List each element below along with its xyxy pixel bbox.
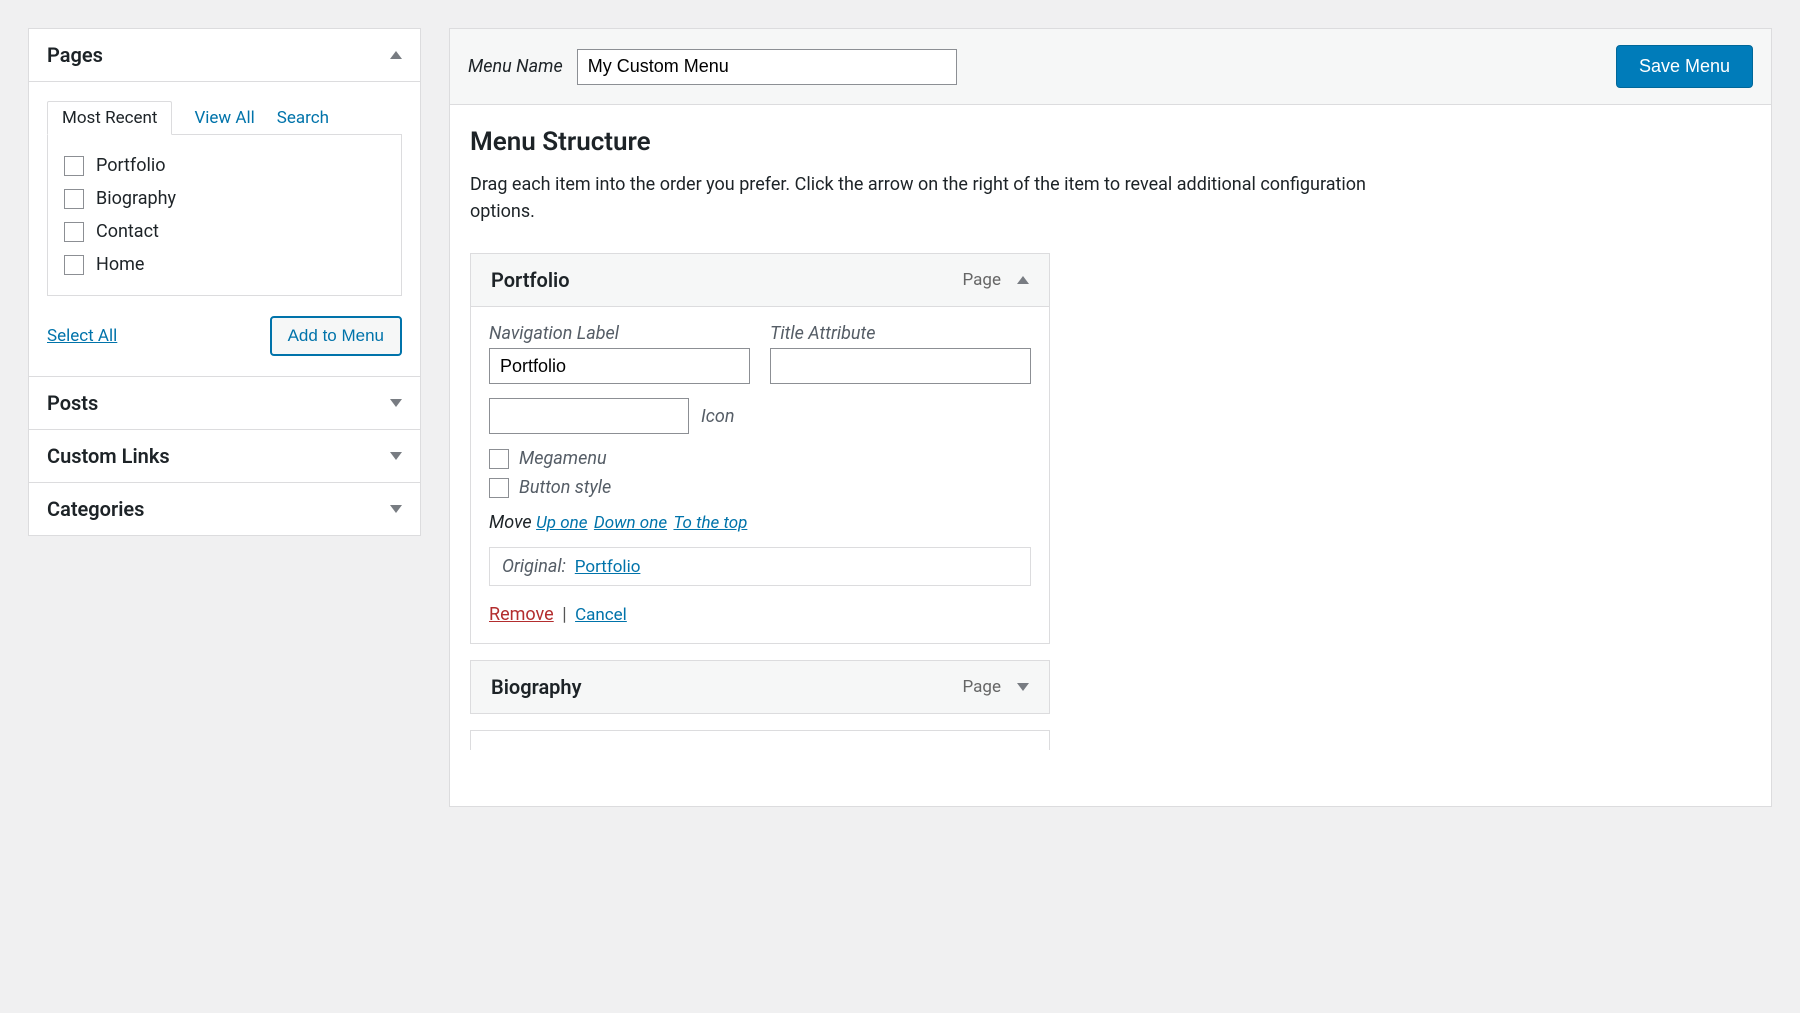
chevron-up-icon bbox=[1017, 276, 1029, 284]
menu-name-label: Menu Name bbox=[468, 56, 563, 77]
separator: | bbox=[562, 604, 566, 625]
button-style-label: Button style bbox=[519, 477, 611, 498]
tab-view-all[interactable]: View All bbox=[194, 102, 254, 134]
move-label: Move bbox=[489, 512, 532, 533]
page-item: Contact bbox=[64, 215, 385, 248]
move-up-link[interactable]: Up one bbox=[536, 513, 587, 533]
panel-categories-header[interactable]: Categories bbox=[29, 483, 420, 535]
panel-title: Pages bbox=[47, 43, 103, 67]
menu-item-header[interactable]: Portfolio Page bbox=[471, 254, 1049, 307]
menu-item-header[interactable]: Biography Page bbox=[471, 661, 1049, 713]
menu-item-type: Page bbox=[963, 677, 1001, 697]
tab-most-recent[interactable]: Most Recent bbox=[47, 101, 172, 135]
checkbox[interactable] bbox=[64, 222, 84, 242]
chevron-down-icon bbox=[1017, 683, 1029, 691]
nav-label-input[interactable] bbox=[489, 348, 750, 384]
checkbox[interactable] bbox=[64, 255, 84, 275]
page-item: Home bbox=[64, 248, 385, 281]
icon-label: Icon bbox=[701, 406, 735, 427]
page-item: Portfolio bbox=[64, 149, 385, 182]
tab-search[interactable]: Search bbox=[277, 102, 329, 134]
chevron-down-icon bbox=[390, 452, 402, 460]
page-item: Biography bbox=[64, 182, 385, 215]
cancel-link[interactable]: Cancel bbox=[575, 605, 627, 625]
menu-item[interactable]: Biography Page bbox=[470, 660, 1050, 714]
move-down-link[interactable]: Down one bbox=[594, 513, 667, 533]
menu-item-title: Biography bbox=[491, 675, 582, 699]
checkbox[interactable] bbox=[64, 156, 84, 176]
remove-link[interactable]: Remove bbox=[489, 604, 554, 625]
chevron-down-icon bbox=[390, 399, 402, 407]
menu-item-partial[interactable] bbox=[470, 730, 1050, 750]
menu-item[interactable]: Portfolio Page Navigation Label bbox=[470, 253, 1050, 644]
menu-item-type: Page bbox=[963, 270, 1001, 290]
page-label: Home bbox=[96, 254, 144, 275]
nav-label-label: Navigation Label bbox=[489, 323, 750, 344]
section-title: Menu Structure bbox=[470, 127, 1751, 157]
panel-title: Custom Links bbox=[47, 444, 170, 468]
menu-name-input[interactable] bbox=[577, 49, 957, 85]
page-label: Portfolio bbox=[96, 155, 165, 176]
help-text: Drag each item into the order you prefer… bbox=[470, 171, 1430, 225]
panel-title: Posts bbox=[47, 391, 98, 415]
page-label: Biography bbox=[96, 188, 176, 209]
panel-title: Categories bbox=[47, 497, 144, 521]
panel-pages-header[interactable]: Pages bbox=[29, 29, 420, 82]
save-menu-button[interactable]: Save Menu bbox=[1616, 45, 1753, 88]
title-attr-input[interactable] bbox=[770, 348, 1031, 384]
original-label: Original: bbox=[502, 556, 566, 577]
title-attr-label: Title Attribute bbox=[770, 323, 1031, 344]
menu-item-title: Portfolio bbox=[491, 268, 570, 292]
megamenu-checkbox[interactable] bbox=[489, 449, 509, 469]
original-link[interactable]: Portfolio bbox=[575, 557, 641, 577]
add-to-menu-button[interactable]: Add to Menu bbox=[270, 316, 402, 356]
page-label: Contact bbox=[96, 221, 159, 242]
chevron-up-icon bbox=[390, 51, 402, 59]
panel-posts-header[interactable]: Posts bbox=[29, 377, 420, 429]
select-all-link[interactable]: Select All bbox=[47, 326, 117, 346]
checkbox[interactable] bbox=[64, 189, 84, 209]
megamenu-label: Megamenu bbox=[519, 448, 607, 469]
panel-custom-links-header[interactable]: Custom Links bbox=[29, 430, 420, 482]
move-top-link[interactable]: To the top bbox=[673, 513, 747, 533]
chevron-down-icon bbox=[390, 505, 402, 513]
button-style-checkbox[interactable] bbox=[489, 478, 509, 498]
icon-input[interactable] bbox=[489, 398, 689, 434]
